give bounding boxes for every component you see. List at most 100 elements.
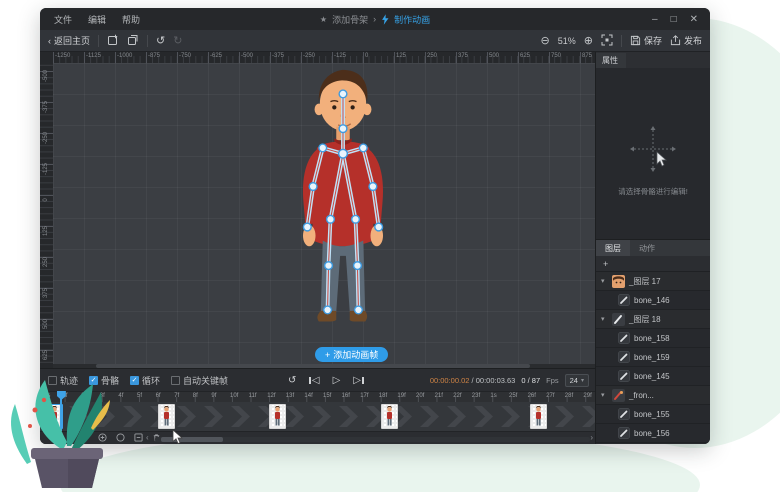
h-ruler-label: 0 (365, 53, 368, 59)
bone-icon (618, 351, 630, 363)
scroll-right-icon[interactable]: › (590, 433, 593, 442)
minimize-button[interactable]: – (652, 14, 658, 25)
bolt-icon (381, 14, 389, 25)
bone-label: bone_146 (634, 296, 670, 305)
layer-group-row[interactable]: ▾_fron... (596, 386, 710, 405)
bone-row[interactable]: bone_145 (596, 367, 710, 386)
publish-button[interactable]: 发布 (670, 34, 702, 47)
caret-down-icon[interactable]: ▾ (601, 277, 608, 285)
cursor-arrow-icon (657, 152, 666, 166)
bone-label: bone_158 (634, 334, 670, 343)
layer-label: _图层 17 (629, 276, 661, 287)
checkbox[interactable] (171, 376, 180, 385)
properties-header: 属性 (596, 52, 710, 68)
toggle-off[interactable]: 自动关键帧 (171, 374, 228, 387)
close-button[interactable]: ✕ (690, 14, 698, 25)
frame-ruler-label: 29f (583, 393, 591, 399)
h-ruler-label: 750 (551, 53, 561, 59)
h-ruler-label: 875 (582, 53, 592, 59)
undo-icon[interactable]: ↺ (156, 34, 165, 47)
fps-value: 24 (570, 376, 578, 385)
toolbar-right: ⊖ 51% ⊕ 保存 发布 (541, 34, 702, 48)
h-ruler-label: -625 (210, 53, 222, 59)
h-ruler-label: -750 (179, 53, 191, 59)
bone-row[interactable]: bone_155 (596, 405, 710, 424)
previous-frame-button[interactable]: ◁ (309, 375, 319, 386)
keyframe-card[interactable] (381, 404, 398, 429)
layer-group-row[interactable]: ▾ _图层 17 (596, 272, 710, 291)
h-ruler-label: -500 (241, 53, 253, 59)
layers-list: ▾ _图层 17 bone_146 ▾_图层 18 bone_158 bone_159bo… (596, 272, 710, 444)
tab-layers[interactable]: 图层 (596, 240, 630, 256)
menu-help[interactable]: 帮助 (122, 13, 140, 26)
move-crosshair-icon (630, 126, 676, 172)
breadcrumb-add-skeleton[interactable]: 添加骨架 (332, 13, 368, 26)
maximize-button[interactable]: □ (671, 14, 677, 25)
new-frame-icon[interactable] (107, 34, 119, 48)
add-animation-frame-button[interactable]: + 添加动画帧 (315, 347, 388, 362)
tab-properties[interactable]: 属性 (596, 53, 626, 68)
mouse-cursor (172, 430, 183, 445)
frame-ruler-label: 21f (435, 393, 443, 399)
timeline-scrollbar[interactable] (155, 437, 590, 442)
menu-file[interactable]: 文件 (54, 13, 72, 26)
plus-icon: + (325, 350, 330, 360)
v-ruler-label: 375 (43, 278, 49, 308)
bone-label: bone_145 (634, 372, 670, 381)
bone-row[interactable]: bone_144 (596, 443, 710, 444)
keyframe-card[interactable] (269, 404, 286, 429)
keyframe-card[interactable] (158, 404, 175, 429)
bone-row[interactable]: bone_159 (596, 348, 710, 367)
bone-row[interactable]: bone_146 (596, 291, 710, 310)
scroll-left-icon[interactable]: ‹ (146, 433, 149, 442)
add-layer-button[interactable]: + (603, 259, 608, 269)
timecode-total: 00:00:03.63 (476, 376, 516, 385)
toolbar-divider (621, 35, 622, 47)
back-home-button[interactable]: ‹ 返回主页 (48, 34, 90, 47)
save-button[interactable]: 保存 (630, 34, 662, 47)
bone-row[interactable]: bone_158 (596, 329, 710, 348)
h-ruler-label: -875 (148, 53, 160, 59)
keyframe-card[interactable] (530, 404, 547, 429)
layer-group-row[interactable]: ▾_图层 18 (596, 310, 710, 329)
h-ruler-label: 500 (489, 53, 499, 59)
character-figure[interactable] (278, 65, 408, 335)
toggle-label: 循环 (142, 374, 160, 387)
stage-canvas[interactable]: + 添加动画帧 (53, 63, 595, 364)
window-controls: – □ ✕ (652, 14, 710, 25)
toolbar-divider (98, 35, 99, 47)
breadcrumb-make-animation[interactable]: 制作动画 (394, 13, 430, 26)
h-ruler-label: 250 (427, 53, 437, 59)
h-ruler-label: -375 (272, 53, 284, 59)
menu-edit[interactable]: 编辑 (88, 13, 106, 26)
zoom-in-icon[interactable]: ⊕ (584, 34, 593, 47)
fps-dropdown[interactable]: 24 ▾ (565, 374, 589, 387)
timeline-scrollbar-thumb[interactable] (161, 437, 223, 442)
v-ruler-label: 625 (43, 340, 49, 364)
frame-ruler-label: 17f (360, 393, 368, 399)
v-ruler-label: 0 (43, 185, 49, 215)
bone-label: bone_155 (634, 410, 670, 419)
h-ruler-label: -250 (303, 53, 315, 59)
play-button[interactable]: ▷ (333, 375, 341, 386)
layer-thumbnail (612, 389, 625, 402)
fit-screen-icon[interactable] (601, 34, 613, 48)
zoom-level: 51% (558, 36, 576, 46)
add-animation-frame-label: 添加动画帧 (333, 348, 378, 361)
h-ruler-label: 125 (396, 53, 406, 59)
tab-actions[interactable]: 动作 (630, 240, 664, 256)
titlebar: 文件 编辑 帮助 ★ 添加骨架 › 制作动画 – □ ✕ (40, 8, 710, 30)
h-ruler-label: -1250 (55, 53, 70, 59)
frame-counter: 0 / 87 (521, 376, 540, 385)
plant-decoration (5, 372, 140, 492)
caret-down-icon[interactable]: ▾ (601, 391, 608, 399)
caret-down-icon[interactable]: ▾ (601, 315, 608, 323)
zoom-out-icon[interactable]: ⊖ (541, 34, 550, 47)
bone-row[interactable]: bone_156 (596, 424, 710, 443)
frame-ruler-label: 10f (230, 393, 238, 399)
next-frame-button[interactable]: ▷ (353, 375, 363, 386)
redo-icon[interactable]: ↻ (173, 34, 182, 47)
copy-frame-icon[interactable] (127, 34, 139, 48)
bone-icon (618, 294, 630, 306)
replay-icon[interactable]: ↺ (288, 375, 296, 386)
